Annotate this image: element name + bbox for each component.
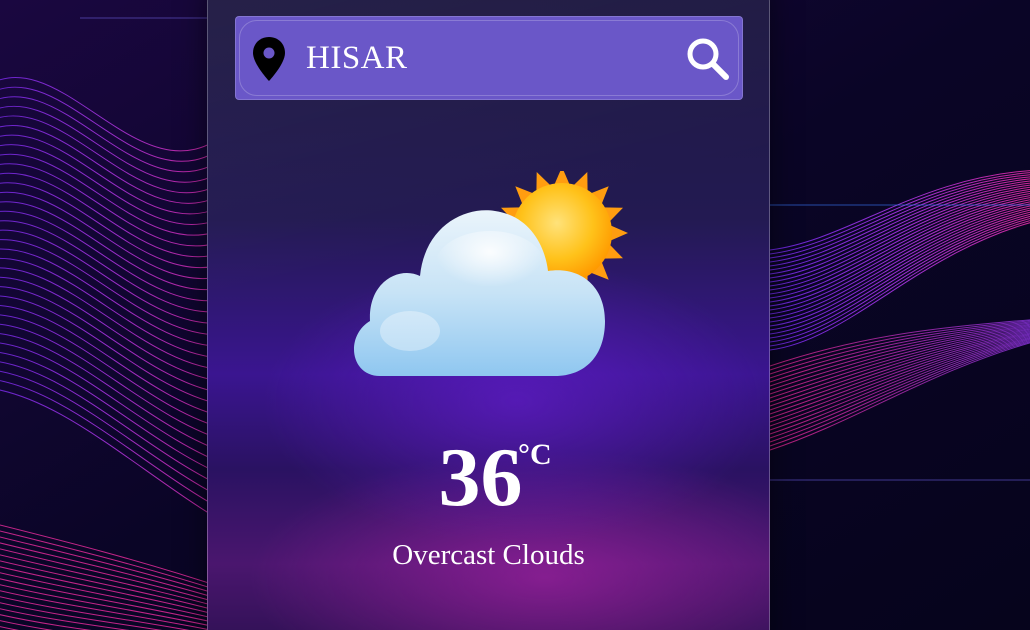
weather-condition: Overcast Clouds [392,539,585,571]
partly-cloudy-sun-icon [340,167,640,401]
temperature-display: 36 °C [208,436,769,520]
temperature-unit: °C [518,438,552,471]
map-pin-icon [250,35,288,83]
weather-card: 36 °C Overcast Clouds [207,0,770,630]
city-search-input[interactable] [306,35,666,81]
search-bar [235,16,743,100]
search-button[interactable] [684,35,732,83]
temperature-value: 36 [438,431,523,524]
magnifier-icon [687,38,729,80]
sun-ray [609,224,628,242]
